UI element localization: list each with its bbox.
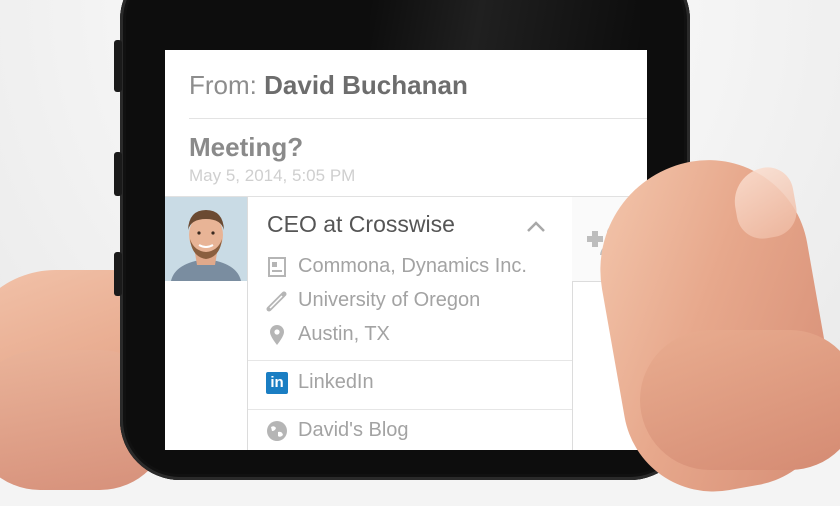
company-text: Commona, Dynamics Inc.: [298, 255, 527, 277]
linkedin-link[interactable]: in LinkedIn: [266, 371, 374, 394]
contact-card: CEO at Crosswise Commona, Dynamics Inc.: [247, 197, 573, 450]
divider: [189, 118, 647, 119]
diploma-icon: [266, 290, 288, 312]
location-text: Austin, TX: [298, 323, 390, 345]
phone-screen: From: David Buchanan Meeting? May 5, 201…: [165, 50, 647, 450]
email-datetime: May 5, 2014, 5:05 PM: [189, 166, 356, 185]
linkedin-text: LinkedIn: [298, 371, 374, 393]
linkedin-icon: in: [266, 371, 288, 394]
chevron-up-icon[interactable]: [526, 219, 546, 233]
blog-text: David's Blog: [298, 419, 409, 441]
divider: [248, 409, 572, 410]
phone-volume-button: [114, 252, 122, 296]
id-card-icon: [266, 256, 288, 278]
phone-volume-button: [114, 152, 122, 196]
education-row: University of Oregon: [266, 289, 480, 312]
contact-title: CEO at Crosswise: [267, 211, 455, 237]
location-row: Austin, TX: [266, 323, 390, 346]
company-row: Commona, Dynamics Inc.: [266, 255, 527, 278]
hand-palm: [640, 330, 840, 470]
avatar-photo: [165, 197, 247, 281]
from-label: From:: [189, 70, 257, 100]
blog-link[interactable]: David's Blog: [266, 419, 409, 442]
sender-name[interactable]: David Buchanan: [264, 70, 468, 100]
email-subject: Meeting?: [189, 132, 304, 162]
globe-icon: [266, 420, 288, 442]
location-pin-icon: [266, 324, 288, 346]
email-from: From: David Buchanan: [189, 70, 468, 101]
phone-side-button: [114, 40, 122, 92]
avatar[interactable]: [165, 197, 247, 281]
education-text: University of Oregon: [298, 289, 481, 311]
divider: [248, 360, 572, 361]
